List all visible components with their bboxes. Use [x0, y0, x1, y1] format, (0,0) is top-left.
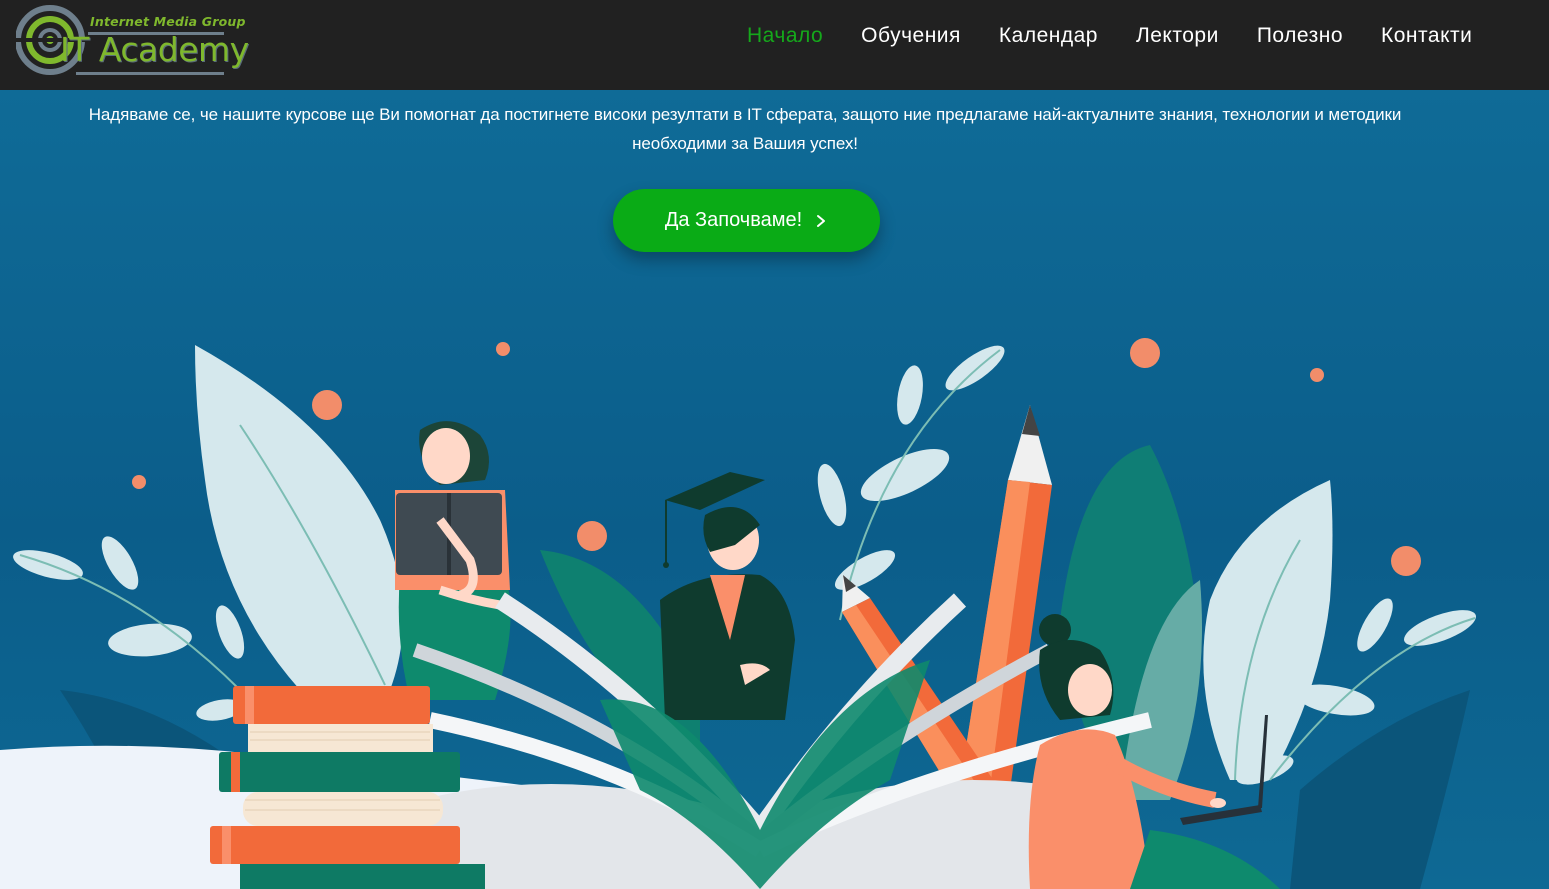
get-started-button[interactable]: Да Започваме!	[613, 189, 880, 252]
nav-item-contacts[interactable]: Контакти	[1362, 22, 1491, 50]
nav-item-lecturers[interactable]: Лектори	[1117, 22, 1238, 50]
nav-item-home[interactable]: Начало	[728, 22, 842, 50]
nav-item-calendar[interactable]: Календар	[980, 22, 1117, 50]
nav-item-trainings[interactable]: Обучения	[842, 22, 980, 50]
nav-item-useful[interactable]: Полезно	[1238, 22, 1362, 50]
logo-tagline: Internet Media Group	[90, 14, 246, 29]
get-started-label: Да Започваме!	[664, 209, 803, 231]
logo-underline	[76, 72, 224, 75]
hero-description: Надяваме се, че нашите курсове ще Ви пом…	[88, 105, 1402, 153]
top-navbar: Internet Media Group IT Academy Начало О…	[0, 0, 1549, 90]
site-logo[interactable]: Internet Media Group IT Academy	[16, 4, 249, 78]
chevron-right-icon	[817, 214, 826, 227]
logo-name: IT Academy	[60, 30, 249, 69]
main-nav: Начало Обучения Календар Лектори Полезно…	[728, 22, 1491, 50]
